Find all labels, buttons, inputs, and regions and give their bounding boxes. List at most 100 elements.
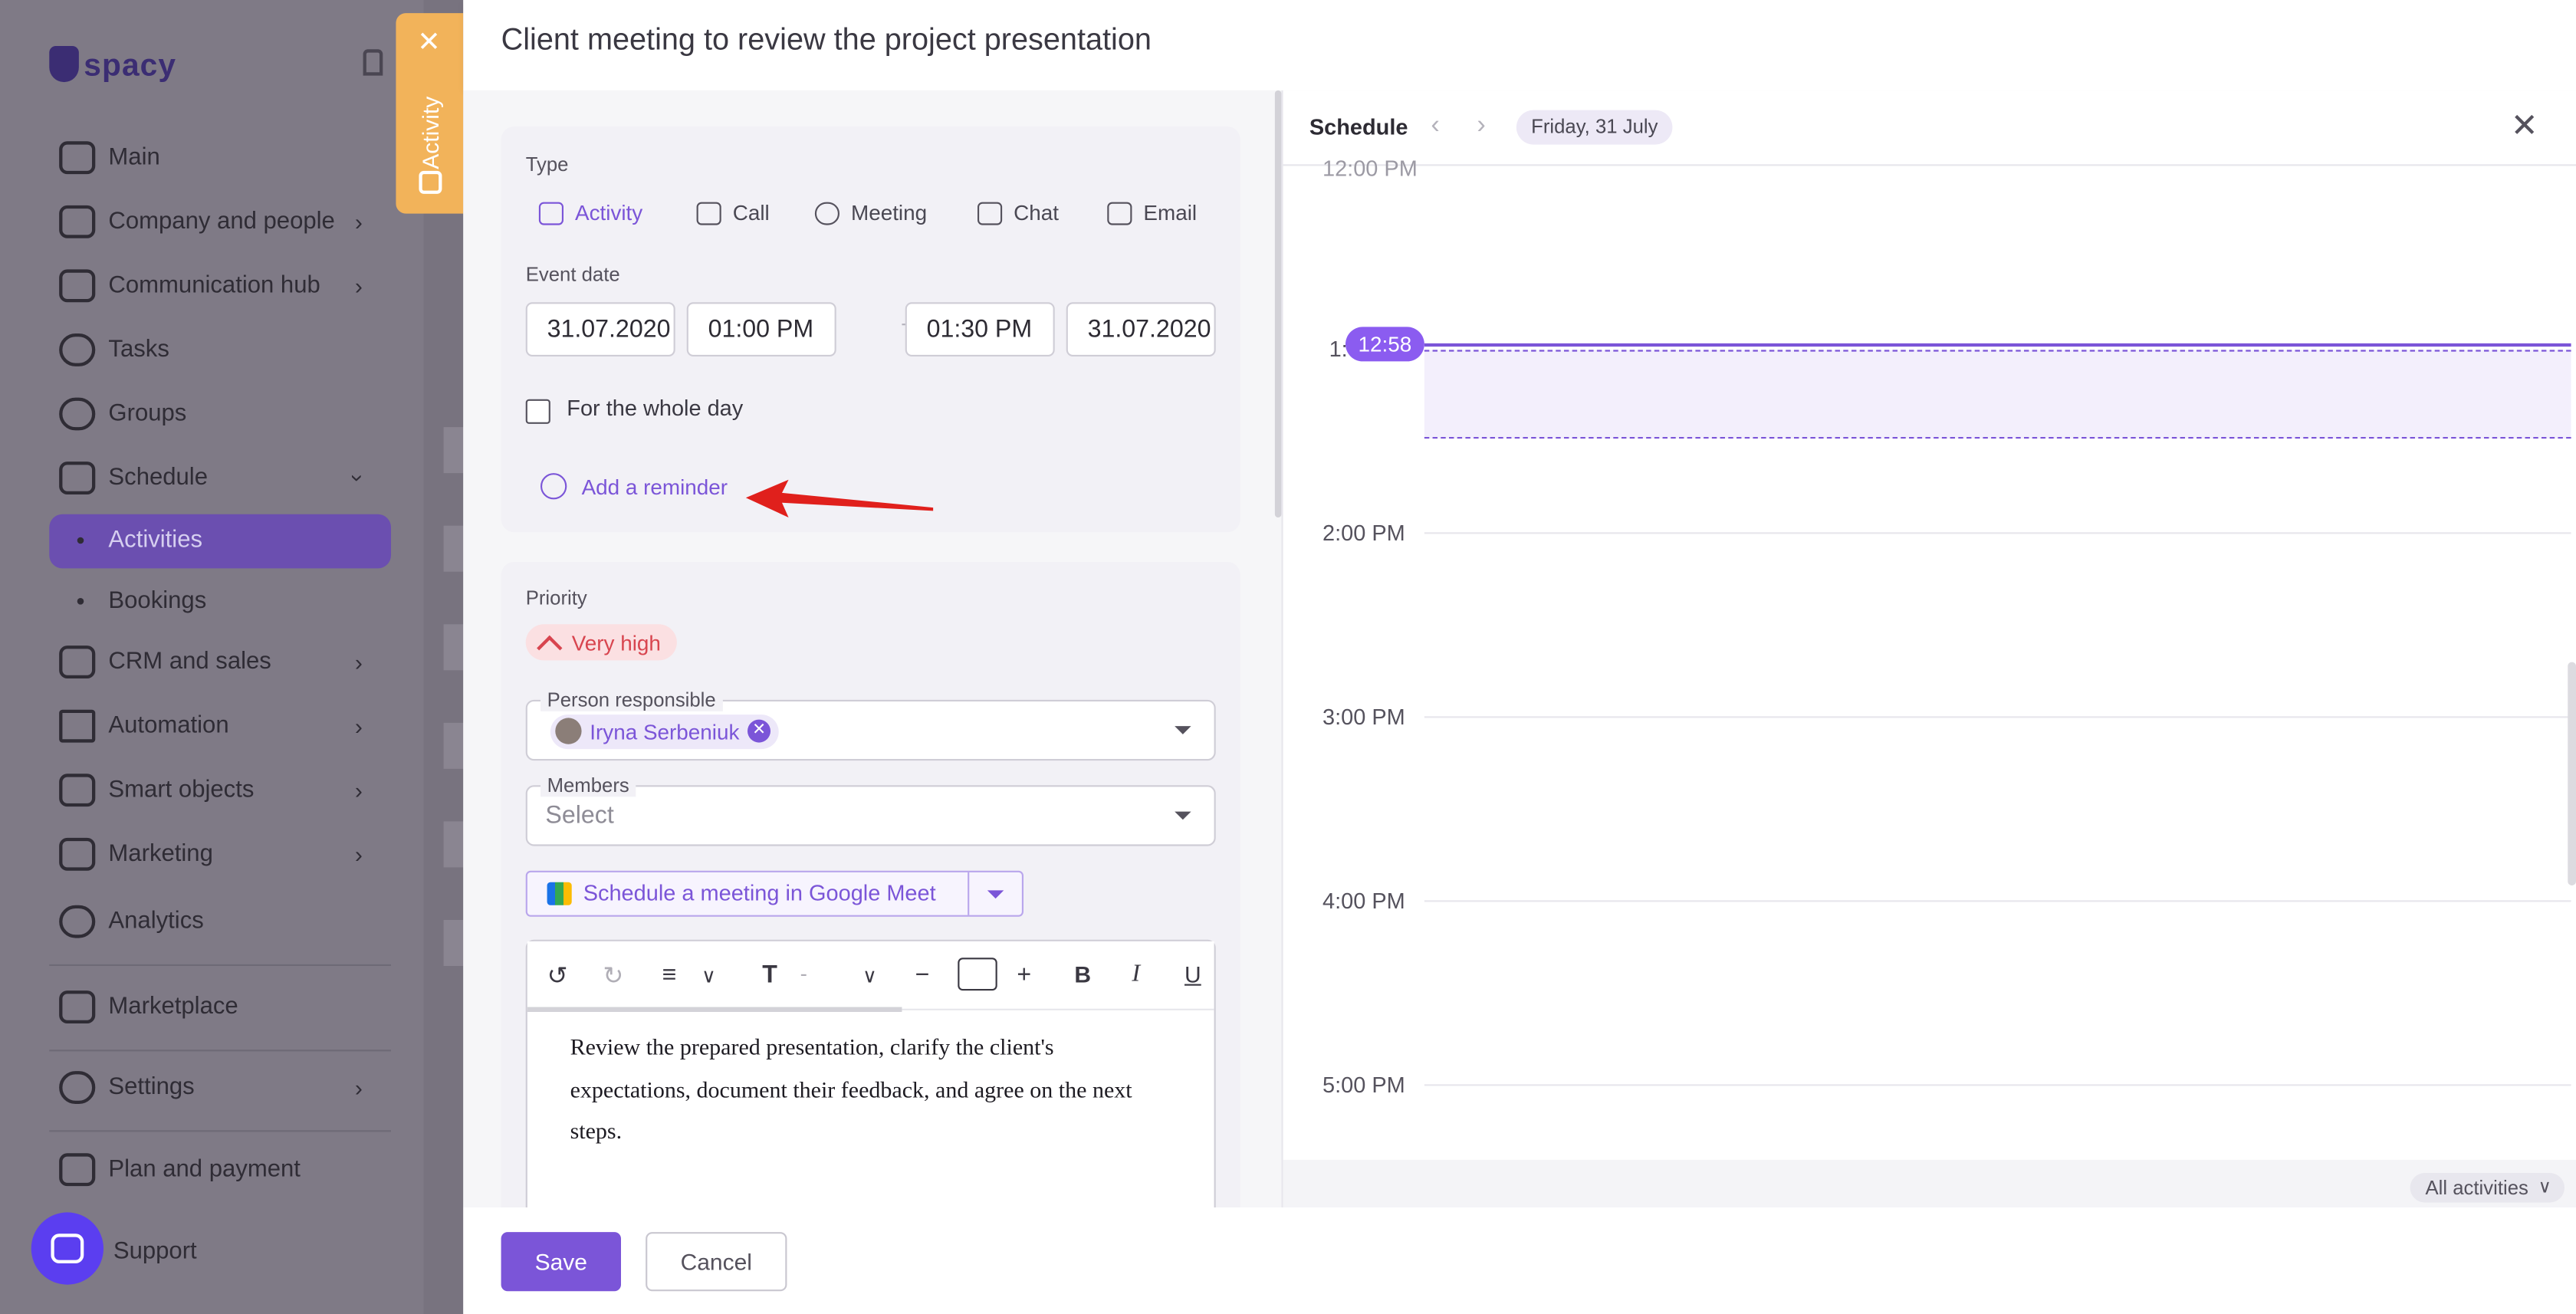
sidebar-item-marketing[interactable]: Marketing ›	[59, 835, 363, 874]
activity-side-tab[interactable]: ✕ Activity	[396, 13, 464, 214]
end-date-input[interactable]: 31.07.2020	[1066, 302, 1216, 356]
date-pill[interactable]: Friday, 31 July	[1516, 110, 1673, 145]
whole-day-label: For the whole day	[567, 396, 744, 421]
time-label: 4:00 PM	[1322, 889, 1405, 914]
type-call[interactable]: Call	[696, 200, 770, 225]
close-icon[interactable]: ✕	[2511, 110, 2538, 143]
sidebar-item-settings[interactable]: Settings ›	[59, 1068, 363, 1107]
toolbar-scrollbar[interactable]	[527, 1007, 902, 1012]
current-time-line	[1424, 343, 2571, 347]
form-scrollbar[interactable]	[1274, 90, 1282, 518]
chevron-down-icon[interactable]: ∨	[702, 964, 716, 987]
event-date-label: Event date	[525, 262, 620, 286]
minus-icon[interactable]: −	[915, 961, 930, 989]
next-day-icon[interactable]: ›	[1477, 112, 1485, 142]
google-meet-button[interactable]: Schedule a meeting in Google Meet	[525, 870, 1024, 917]
schedule-title: Schedule	[1309, 115, 1408, 140]
priority-badge[interactable]: Very high	[525, 624, 678, 661]
italic-icon[interactable]: I	[1132, 961, 1140, 989]
members-select[interactable]: Members Select	[525, 774, 1216, 846]
font-size-box[interactable]	[958, 958, 997, 991]
building-icon	[59, 205, 96, 238]
event-block[interactable]	[1424, 350, 2571, 439]
sidebar-item-crm[interactable]: CRM and sales ›	[59, 642, 363, 682]
plus-icon[interactable]: +	[1017, 961, 1031, 989]
sidebar-item-groups[interactable]: Groups	[59, 394, 186, 433]
sidebar-item-marketplace[interactable]: Marketplace	[59, 987, 238, 1027]
alarm-icon	[540, 473, 567, 500]
pin-icon[interactable]	[363, 49, 383, 76]
home-icon	[59, 141, 96, 175]
sidebar-item-analytics[interactable]: Analytics	[59, 902, 204, 941]
schedule-footer: All activities ∨	[1283, 1159, 2576, 1207]
person-responsible-select[interactable]: Person responsible Iryna Serbeniuk ✕	[525, 688, 1216, 761]
chat-icon	[978, 201, 1003, 225]
sidebar-item-company[interactable]: Company and people ›	[59, 202, 363, 241]
font-size-value[interactable]: -	[800, 961, 807, 986]
chat-icon	[51, 1234, 84, 1263]
underline-icon[interactable]: U	[1184, 961, 1201, 987]
type-chat[interactable]: Chat	[978, 200, 1059, 225]
support-chat-button[interactable]	[31, 1212, 104, 1285]
all-activities-filter[interactable]: All activities ∨	[2410, 1173, 2564, 1203]
sidebar-item-activities[interactable]: Activities	[77, 527, 202, 554]
sidebar-item-automation[interactable]: Automation ›	[59, 706, 363, 745]
type-meeting[interactable]: Meeting	[814, 200, 927, 225]
person-chip[interactable]: Iryna Serbeniuk ✕	[550, 714, 779, 750]
type-label: Type	[525, 153, 569, 176]
chevron-right-icon: ›	[354, 713, 363, 740]
store-icon	[59, 990, 96, 1023]
current-time-badge: 12:58	[1346, 327, 1424, 362]
type-email[interactable]: Email	[1107, 200, 1197, 225]
avatar	[555, 718, 582, 744]
close-icon[interactable]: ✕	[417, 28, 441, 55]
form-panel: Type Activity Call Meeting Chat Email Ev…	[463, 90, 1282, 1207]
hour-line	[1424, 1084, 2571, 1086]
sidebar-item-communication[interactable]: Communication hub ›	[59, 266, 363, 305]
priority-label: Priority	[525, 586, 587, 609]
save-button[interactable]: Save	[501, 1232, 621, 1292]
text-style-icon[interactable]: T	[762, 961, 777, 989]
sidebar-item-bookings[interactable]: Bookings	[77, 588, 206, 614]
remove-icon[interactable]: ✕	[748, 719, 771, 743]
gear-icon	[59, 1071, 96, 1104]
redo-icon[interactable]: ↻	[603, 961, 623, 990]
cancel-button[interactable]: Cancel	[646, 1232, 787, 1292]
time-label: 3:00 PM	[1322, 705, 1405, 730]
undo-icon[interactable]: ↺	[547, 961, 568, 990]
sidebar-item-main[interactable]: Main	[59, 138, 160, 177]
start-date-input[interactable]: 31.07.2020	[525, 302, 675, 356]
type-activity[interactable]: Activity	[538, 200, 642, 225]
divider	[49, 1050, 391, 1052]
description-editor[interactable]: ↺ ↻ ≡ ∨ T - ∨ − + B I U Review the prepa…	[525, 939, 1216, 1207]
caret-down-icon	[1175, 811, 1191, 820]
details-card: Priority Very high Person responsible Ir…	[501, 561, 1240, 1207]
start-time-input[interactable]: 01:00 PM	[686, 302, 836, 356]
sidebar-item-support[interactable]: Support	[113, 1232, 197, 1271]
align-icon[interactable]: ≡	[662, 961, 677, 989]
description-text[interactable]: Review the prepared presentation, clarif…	[570, 1028, 1178, 1154]
sidebar-item-tasks[interactable]: Tasks	[59, 330, 169, 370]
side-tab-label: Activity	[417, 96, 444, 169]
whole-day-checkbox[interactable]	[525, 399, 550, 424]
logo: spacy	[49, 46, 176, 85]
calendar-icon	[538, 201, 564, 225]
schedule-header: Schedule ‹ › Friday, 31 July ✕	[1283, 90, 2576, 166]
chevron-down-icon: ›	[345, 474, 373, 482]
dropdown-caret-icon[interactable]	[987, 890, 1004, 899]
activity-icon	[419, 170, 442, 194]
annotation-arrow	[745, 479, 934, 517]
schedule-scrollbar[interactable]	[2568, 662, 2576, 885]
bold-icon[interactable]: B	[1074, 961, 1091, 987]
google-meet-icon	[547, 882, 572, 905]
prev-day-icon[interactable]: ‹	[1431, 112, 1439, 142]
marketing-icon	[59, 837, 96, 871]
chevron-down-icon[interactable]: ∨	[863, 964, 877, 987]
add-reminder-button[interactable]: Add a reminder	[540, 473, 728, 500]
end-time-input[interactable]: 01:30 PM	[905, 302, 1055, 356]
sidebar-item-schedule[interactable]: Schedule ›	[59, 458, 372, 498]
sidebar-item-smart-objects[interactable]: Smart objects ›	[59, 770, 363, 810]
sidebar-item-plan[interactable]: Plan and payment	[59, 1150, 301, 1189]
time-label: 12:00 PM	[1322, 156, 1418, 181]
time-label: 5:00 PM	[1322, 1073, 1405, 1098]
